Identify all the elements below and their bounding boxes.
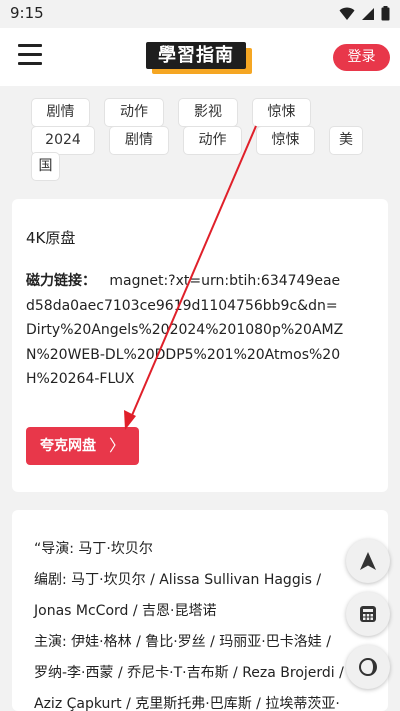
wifi-icon: [339, 7, 355, 20]
tag-item[interactable]: 影视: [178, 98, 238, 127]
signal-icon: [362, 7, 374, 20]
tag-list: 剧情 动作 影视 惊悚 2024 剧情 动作 惊悚 美 国: [0, 86, 400, 190]
tag-item[interactable]: 美: [329, 126, 363, 155]
tag-item[interactable]: 剧情: [31, 98, 90, 127]
status-time: 9:15: [10, 4, 44, 22]
tag-item[interactable]: 动作: [104, 98, 164, 127]
menu-icon-bar: [18, 62, 42, 65]
battery-icon: [381, 6, 390, 21]
credits-card: “导演: 马丁·坎贝尔 编剧: 马丁·坎贝尔 / Alissa Sullivan…: [12, 510, 388, 711]
menu-icon-bar: [18, 44, 42, 47]
app-header: 學習指南 登录: [0, 28, 400, 86]
quark-drive-button[interactable]: 夸克网盘 〉: [26, 427, 139, 465]
resource-title: 4K原盘: [26, 229, 76, 247]
tools-button[interactable]: [346, 592, 390, 636]
magnet-value: magnet:?xt=urn:btih:634749eaed58da0aec71…: [26, 273, 344, 387]
navigation-icon: [360, 552, 376, 570]
magnet-link[interactable]: 磁力链接： magnet:?xt=urn:btih:634749eaed58da…: [26, 269, 346, 392]
credits-line: 罗纳-李·西蒙 / 乔尼卡·T·吉布斯 / Reza Brojerdi /: [34, 665, 344, 681]
menu-icon-bar: [18, 53, 42, 56]
status-icons: [339, 6, 390, 21]
login-button[interactable]: 登录: [333, 44, 390, 71]
tag-item[interactable]: 惊悚: [256, 126, 315, 155]
tag-item[interactable]: 动作: [183, 126, 242, 155]
chevron-right-icon: 〉: [108, 436, 125, 455]
credits-line: Jonas McCord / 吉恩·昆塔诺: [34, 603, 217, 619]
calculator-icon: [360, 606, 376, 622]
site-logo[interactable]: 學習指南: [146, 42, 252, 74]
credits-line: “导演: 马丁·坎贝尔: [34, 541, 153, 557]
credits-line: 编剧: 马丁·坎贝尔 / Alissa Sullivan Haggis /: [34, 572, 322, 588]
tag-item[interactable]: 惊悚: [252, 98, 311, 127]
status-bar: 9:15: [0, 0, 400, 28]
theme-toggle-button[interactable]: [346, 645, 390, 689]
credits-line: Aziz Çapkurt / 克里斯托弗·巴库斯 / 拉埃蒂茨亚·: [34, 696, 340, 711]
tag-item[interactable]: 国: [31, 152, 60, 181]
scroll-top-button[interactable]: [346, 539, 390, 583]
tag-item[interactable]: 剧情: [109, 126, 169, 155]
tag-item[interactable]: 2024: [31, 126, 95, 155]
credits-line: 主演: 伊娃·格林 / 鲁比·罗丝 / 玛丽亚·巴卡洛娃 /: [34, 634, 331, 650]
menu-button[interactable]: [18, 44, 44, 66]
logo-text: 學習指南: [146, 42, 246, 69]
magnet-label: 磁力链接：: [26, 273, 96, 289]
resource-card: 4K原盘 磁力链接： magnet:?xt=urn:btih:634749eae…: [12, 199, 388, 492]
quark-drive-label: 夸克网盘: [40, 438, 96, 454]
credits-text: “导演: 马丁·坎贝尔 编剧: 马丁·坎贝尔 / Alissa Sullivan…: [34, 534, 354, 711]
night-mode-icon: [359, 658, 377, 676]
